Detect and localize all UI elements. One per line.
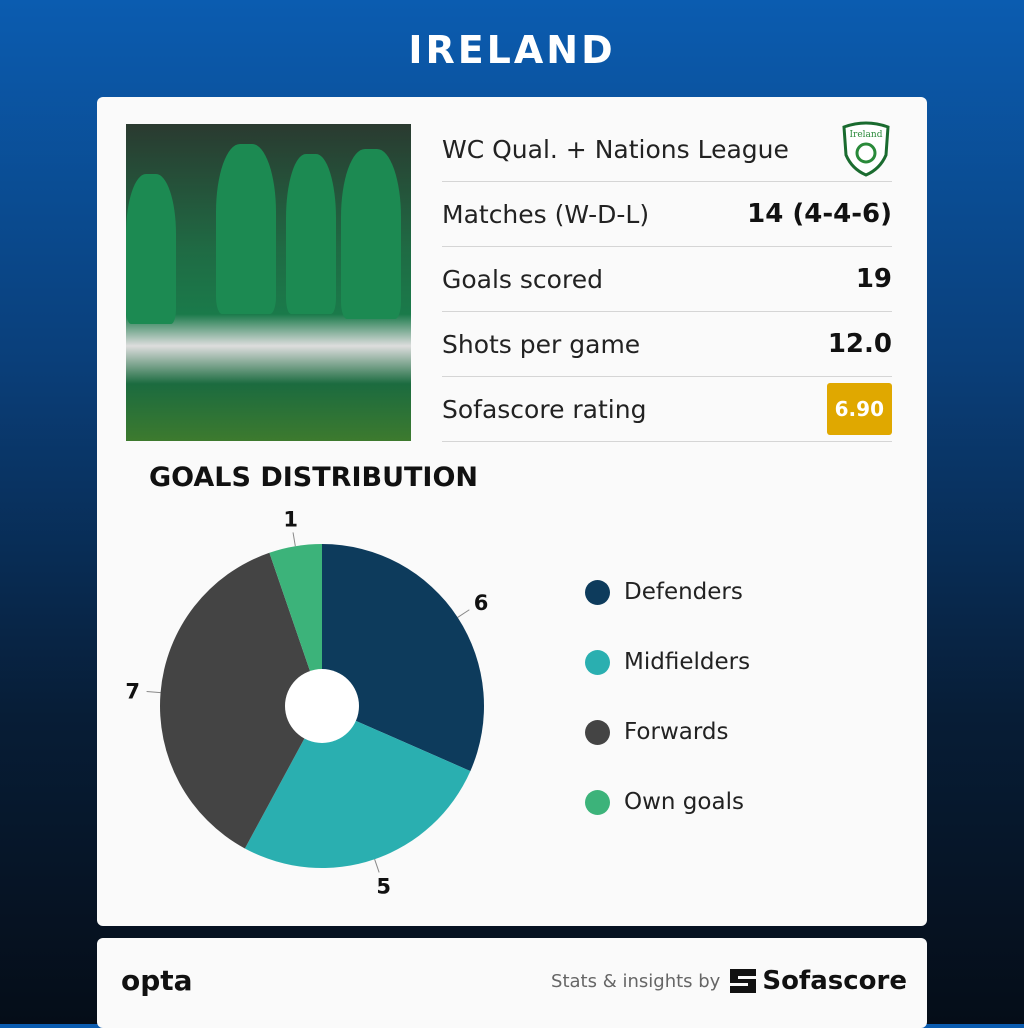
stat-value: 12.0 bbox=[827, 329, 892, 359]
leader-line bbox=[457, 609, 470, 618]
rating-badge: 6.90 bbox=[826, 383, 892, 435]
legend-swatch bbox=[585, 649, 610, 675]
stat-value: 14 (4-4-6) bbox=[747, 199, 892, 229]
data-label: 7 bbox=[125, 679, 140, 703]
legend: Defenders Midfielders Forwards Own goals bbox=[585, 557, 750, 837]
leader-line bbox=[146, 690, 161, 694]
competition-label: WC Qual. + Nations League bbox=[442, 134, 789, 164]
donut-hole bbox=[285, 669, 359, 743]
footer: opta Stats & insights by Sofascore bbox=[97, 938, 927, 1028]
leader-line bbox=[374, 859, 380, 873]
sofascore-brand: Sofascore bbox=[762, 966, 907, 996]
legend-item: Own goals bbox=[585, 767, 750, 837]
attribution-text: Stats & insights by bbox=[551, 970, 721, 992]
legend-label: Own goals bbox=[624, 789, 744, 815]
legend-swatch bbox=[585, 719, 610, 745]
page-title: IRELAND bbox=[408, 28, 616, 72]
legend-item: Forwards bbox=[585, 697, 750, 767]
goals-pie-chart: 6 5 7 1 bbox=[125, 508, 489, 899]
leader-line bbox=[292, 532, 296, 547]
legend-swatch bbox=[585, 789, 610, 815]
stat-label: Shots per game bbox=[442, 329, 641, 359]
data-label: 6 bbox=[474, 591, 489, 615]
stat-label: Matches (W-D-L) bbox=[442, 199, 650, 229]
legend-label: Defenders bbox=[624, 579, 743, 605]
legend-item: Midfielders bbox=[585, 627, 750, 697]
legend-label: Forwards bbox=[624, 719, 729, 745]
legend-item: Defenders bbox=[585, 557, 750, 627]
team-photo bbox=[126, 124, 411, 441]
stats-card: WC Qual. + Nations League Ireland Matche… bbox=[97, 97, 927, 926]
legend-swatch bbox=[585, 579, 610, 605]
opta-logo: opta bbox=[121, 964, 193, 997]
svg-text:Ireland: Ireland bbox=[850, 130, 883, 140]
competition-row: WC Qual. + Nations League Ireland bbox=[442, 117, 892, 182]
stat-value: 19 bbox=[855, 264, 892, 294]
stat-row: Sofascore rating 6.90 bbox=[442, 377, 892, 442]
sofascore-logo-icon bbox=[730, 969, 757, 993]
stat-label: Sofascore rating bbox=[442, 394, 647, 424]
legend-label: Midfielders bbox=[624, 649, 751, 675]
stat-row: Matches (W-D-L) 14 (4-4-6) bbox=[442, 182, 892, 247]
stat-row: Goals scored 19 bbox=[442, 247, 892, 312]
data-label: 1 bbox=[283, 508, 298, 532]
data-label: 5 bbox=[376, 875, 391, 899]
stat-row: Shots per game 12.0 bbox=[442, 312, 892, 377]
stat-label: Goals scored bbox=[442, 264, 603, 294]
attribution: Stats & insights by Sofascore bbox=[551, 966, 907, 996]
ireland-crest-icon: Ireland bbox=[842, 121, 890, 177]
section-title: GOALS DISTRIBUTION bbox=[149, 462, 479, 493]
stats-table: WC Qual. + Nations League Ireland Matche… bbox=[442, 117, 892, 442]
